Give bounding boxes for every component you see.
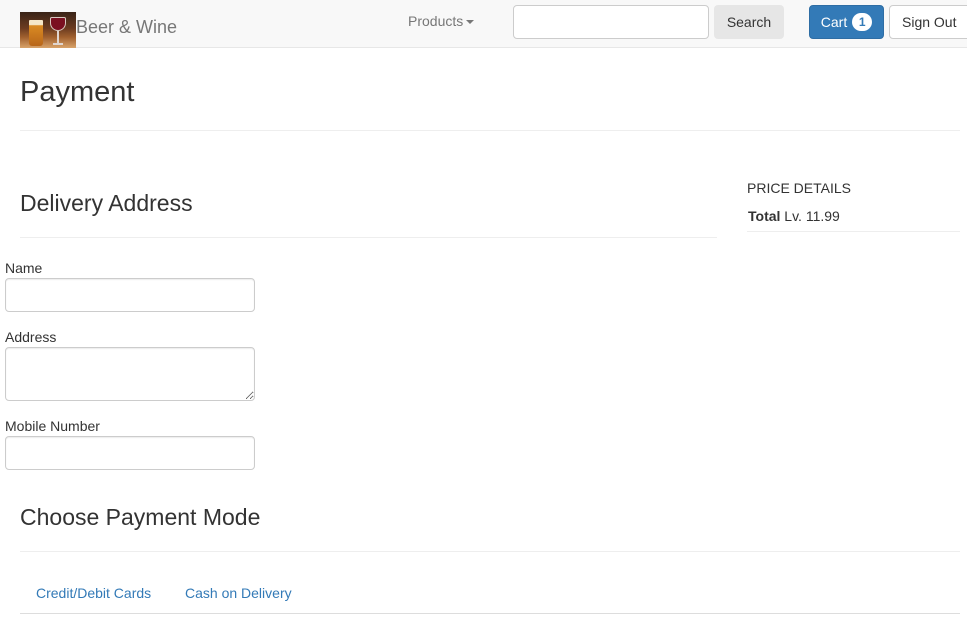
mobile-number-label: Mobile Number [5,418,100,434]
payment-divider [20,551,960,552]
price-details-heading: PRICE DETAILS [747,180,851,196]
name-label: Name [5,260,43,276]
address-field[interactable] [5,347,255,401]
search-input[interactable] [513,5,709,39]
total-label: Total [748,208,781,224]
brand-home-link[interactable]: Beer & Wine [20,12,177,48]
price-divider [747,231,960,232]
total-value: Lv. 11.99 [784,208,840,224]
brand-logo [20,12,76,48]
caret-down-icon [466,19,475,24]
tab-credit-debit-cards[interactable]: Credit/Debit Cards [36,585,151,601]
price-total: Total Lv. 11.99 [748,208,840,224]
page-title: Payment [20,76,135,108]
mobile-number-field[interactable] [5,436,255,470]
search-button[interactable]: Search [714,5,784,39]
cart-button[interactable]: Cart 1 [809,5,884,39]
title-divider [20,130,960,131]
address-label: Address [5,329,57,345]
delivery-address-heading: Delivery Address [20,190,193,216]
payment-mode-heading: Choose Payment Mode [20,504,261,530]
cart-count-badge: 1 [852,13,873,31]
tabs-divider [20,613,960,614]
products-dropdown-label: Products [408,13,464,29]
tab-cash-on-delivery[interactable]: Cash on Delivery [185,585,292,601]
name-field[interactable] [5,278,255,312]
top-navbar: Beer & Wine Products Search Cart 1 Sign … [0,0,967,48]
brand-name: Beer & Wine [76,16,178,37]
products-dropdown[interactable]: Products [408,13,475,29]
cart-label: Cart [820,14,848,30]
sign-out-button[interactable]: Sign Out [889,5,967,39]
delivery-divider [20,237,717,238]
